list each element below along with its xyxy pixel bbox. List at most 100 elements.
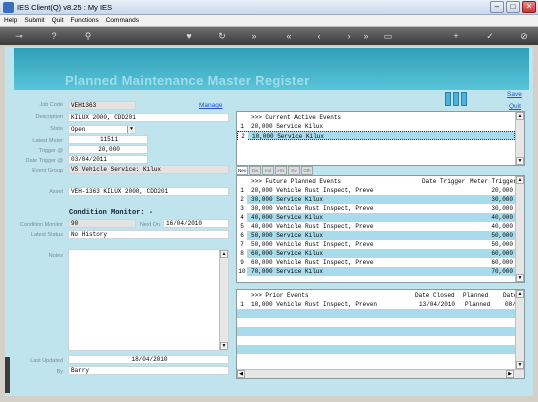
table-row[interactable]: 2 30,000 Service Kilux 30,000 — [237, 195, 515, 204]
row-index: 10 — [237, 267, 247, 276]
search-icon[interactable]: ⚲ — [82, 30, 94, 42]
table-row[interactable]: 7 50,000 Vehicle Rust Inspect, Preve 50,… — [237, 240, 515, 249]
minimize-button[interactable]: – — [490, 1, 504, 13]
row-meter: 40,000 — [491, 223, 513, 230]
row-text: 70,000 Service Kilux — [251, 268, 324, 275]
chevron-down-icon[interactable]: ▼ — [127, 126, 135, 133]
table-row[interactable]: 6 50,000 Service Kilux 50,000 — [237, 231, 515, 240]
scroll-down-icon[interactable]: ▼ — [516, 157, 524, 165]
row-text: 20,000 Service Kilux — [251, 123, 324, 130]
job-code-field[interactable]: VEH1363 — [68, 101, 136, 110]
prior-events-scrollbar[interactable]: ▲ ▼ — [515, 290, 524, 369]
table-row[interactable]: 8 60,000 Service Kilux 60,000 — [237, 249, 515, 258]
table-row[interactable]: 3 30,000 Vehicle Rust Inspect, Preve 30,… — [237, 204, 515, 213]
save-link[interactable]: Save — [507, 91, 522, 98]
prior-events-hscrollbar[interactable]: ◀ ▶ — [237, 369, 524, 378]
table-row[interactable]: 5 40,000 Vehicle Rust Inspect, Preve 40,… — [237, 222, 515, 231]
manage-link[interactable]: Manage — [199, 102, 223, 109]
close-button[interactable]: ✕ — [522, 1, 536, 13]
menu-help[interactable]: Help — [4, 15, 17, 26]
scroll-left-icon[interactable]: ◀ — [237, 370, 245, 378]
trigger-field[interactable]: 20,000 — [68, 145, 148, 154]
asset-label: Asset — [49, 189, 63, 195]
confirm-icon[interactable]: ✓ — [484, 30, 496, 42]
table-row[interactable]: 9 60,000 Vehicle Rust Inspect, Preve 60,… — [237, 258, 515, 267]
state-select[interactable]: Open ▼ — [68, 125, 136, 134]
future-events-grid[interactable]: >>> Future Planned Events Date Trigger M… — [236, 175, 525, 283]
last-icon[interactable]: » — [360, 30, 372, 42]
page-title: Planned Maintenance Master Register — [65, 73, 310, 88]
table-row[interactable]: 10 70,000 Service Kilux 70,000 — [237, 267, 515, 276]
quit-link[interactable]: Quit — [509, 103, 521, 110]
event-group-label: Event Group — [32, 168, 63, 174]
first-icon[interactable]: « — [283, 30, 295, 42]
scroll-down-icon[interactable]: ▼ — [220, 342, 228, 350]
key-icon[interactable]: ⊸ — [10, 30, 28, 42]
tab-next[interactable]: Nex — [236, 166, 248, 175]
next-on-field[interactable]: 16/04/2010 — [163, 219, 229, 228]
table-row[interactable] — [237, 318, 515, 327]
table-row[interactable] — [237, 345, 515, 354]
current-events-grid[interactable]: >>> Current Active Events 1 20,000 Servi… — [236, 111, 525, 166]
event-group-field[interactable]: VS Vehicle Service: Kilux — [68, 165, 229, 174]
menu-submit[interactable]: Submit — [24, 15, 44, 26]
date-trigger-field[interactable]: 03/04/2011 — [68, 155, 148, 164]
forward-icon[interactable]: › — [343, 30, 355, 42]
favorite-icon[interactable]: ♥ — [183, 30, 195, 42]
table-row[interactable]: 1 20,000 Vehicle Rust Inspect, Preve 20,… — [237, 186, 515, 195]
scroll-up-icon[interactable]: ▲ — [220, 250, 228, 258]
state-value: Open — [71, 126, 86, 133]
description-field[interactable]: KILUX 2000, CDD201 — [68, 113, 229, 122]
column-date-closed: Date Closed — [415, 292, 455, 299]
last-updated-field[interactable]: 18/04/2010 — [68, 355, 229, 364]
menu-commands[interactable]: Commands — [106, 15, 139, 26]
help-icon[interactable]: ? — [48, 30, 60, 42]
menu-quit[interactable]: Quit — [52, 15, 64, 26]
notes-textarea[interactable]: ▲ ▼ — [68, 249, 229, 351]
tab-oth[interactable]: Oth — [301, 166, 313, 175]
tab-hrs[interactable]: Hrs — [275, 166, 287, 175]
scroll-down-icon[interactable]: ▼ — [516, 361, 524, 369]
row-text: 10,000 Vehicle Rust Inspect, Preven — [251, 301, 378, 308]
bars-icon[interactable] — [445, 92, 469, 106]
table-row[interactable]: 1 10,000 Vehicle Rust Inspect, Preven 13… — [237, 300, 515, 309]
prior-events-grid[interactable]: >>> Prior Events Date Closed Planned Dat… — [236, 289, 525, 379]
scroll-up-icon[interactable]: ▲ — [516, 176, 524, 184]
scroll-down-icon[interactable]: ▼ — [516, 274, 524, 282]
tab-ind[interactable]: Ind — [262, 166, 274, 175]
table-row[interactable] — [237, 354, 515, 363]
add-icon[interactable]: + — [450, 30, 462, 42]
previous-icon[interactable]: ‹ — [313, 30, 325, 42]
maximize-button[interactable]: □ — [506, 1, 520, 13]
scroll-up-icon[interactable]: ▲ — [516, 112, 524, 120]
row-text: 30,000 Service Kilux — [251, 196, 324, 203]
notes-scrollbar[interactable]: ▲ ▼ — [219, 250, 228, 350]
row-date: 08/ — [505, 301, 515, 308]
main-content: Planned Maintenance Master Register Save… — [5, 47, 533, 396]
clear-icon[interactable]: ▭ — [382, 30, 394, 42]
asset-field[interactable]: VEH-1363 KILUX 2000, CDD201 — [68, 187, 229, 196]
app-icon — [3, 2, 14, 13]
scroll-right-icon[interactable]: ▶ — [506, 370, 514, 378]
row-meter: 30,000 — [491, 205, 513, 212]
table-row[interactable] — [237, 309, 515, 318]
row-index: 8 — [237, 249, 247, 258]
refresh-icon[interactable]: ↻ — [216, 30, 228, 42]
column-date: Date — [503, 292, 515, 299]
table-row-selected[interactable]: 2 10,000 Service Kilux — [237, 131, 515, 141]
by-field[interactable]: Barry — [68, 366, 229, 375]
latest-meter-field[interactable]: 11511 — [68, 135, 148, 144]
current-events-scrollbar[interactable]: ▲ ▼ — [515, 112, 524, 165]
table-row[interactable] — [237, 336, 515, 345]
table-row[interactable]: 1 20,000 Service Kilux — [237, 122, 515, 131]
latest-status-field[interactable]: No History — [68, 230, 229, 239]
tab-dw[interactable]: Dw — [249, 166, 261, 175]
tab-ev[interactable]: Ev — [288, 166, 300, 175]
next-icon[interactable]: » — [248, 30, 260, 42]
cancel-icon[interactable]: ⊘ — [518, 30, 530, 42]
scroll-up-icon[interactable]: ▲ — [516, 290, 524, 298]
future-events-scrollbar[interactable]: ▲ ▼ — [515, 176, 524, 282]
table-row[interactable] — [237, 327, 515, 336]
table-row[interactable]: 4 40,000 Service Kilux 40,000 — [237, 213, 515, 222]
menu-functions[interactable]: Functions — [71, 15, 99, 26]
